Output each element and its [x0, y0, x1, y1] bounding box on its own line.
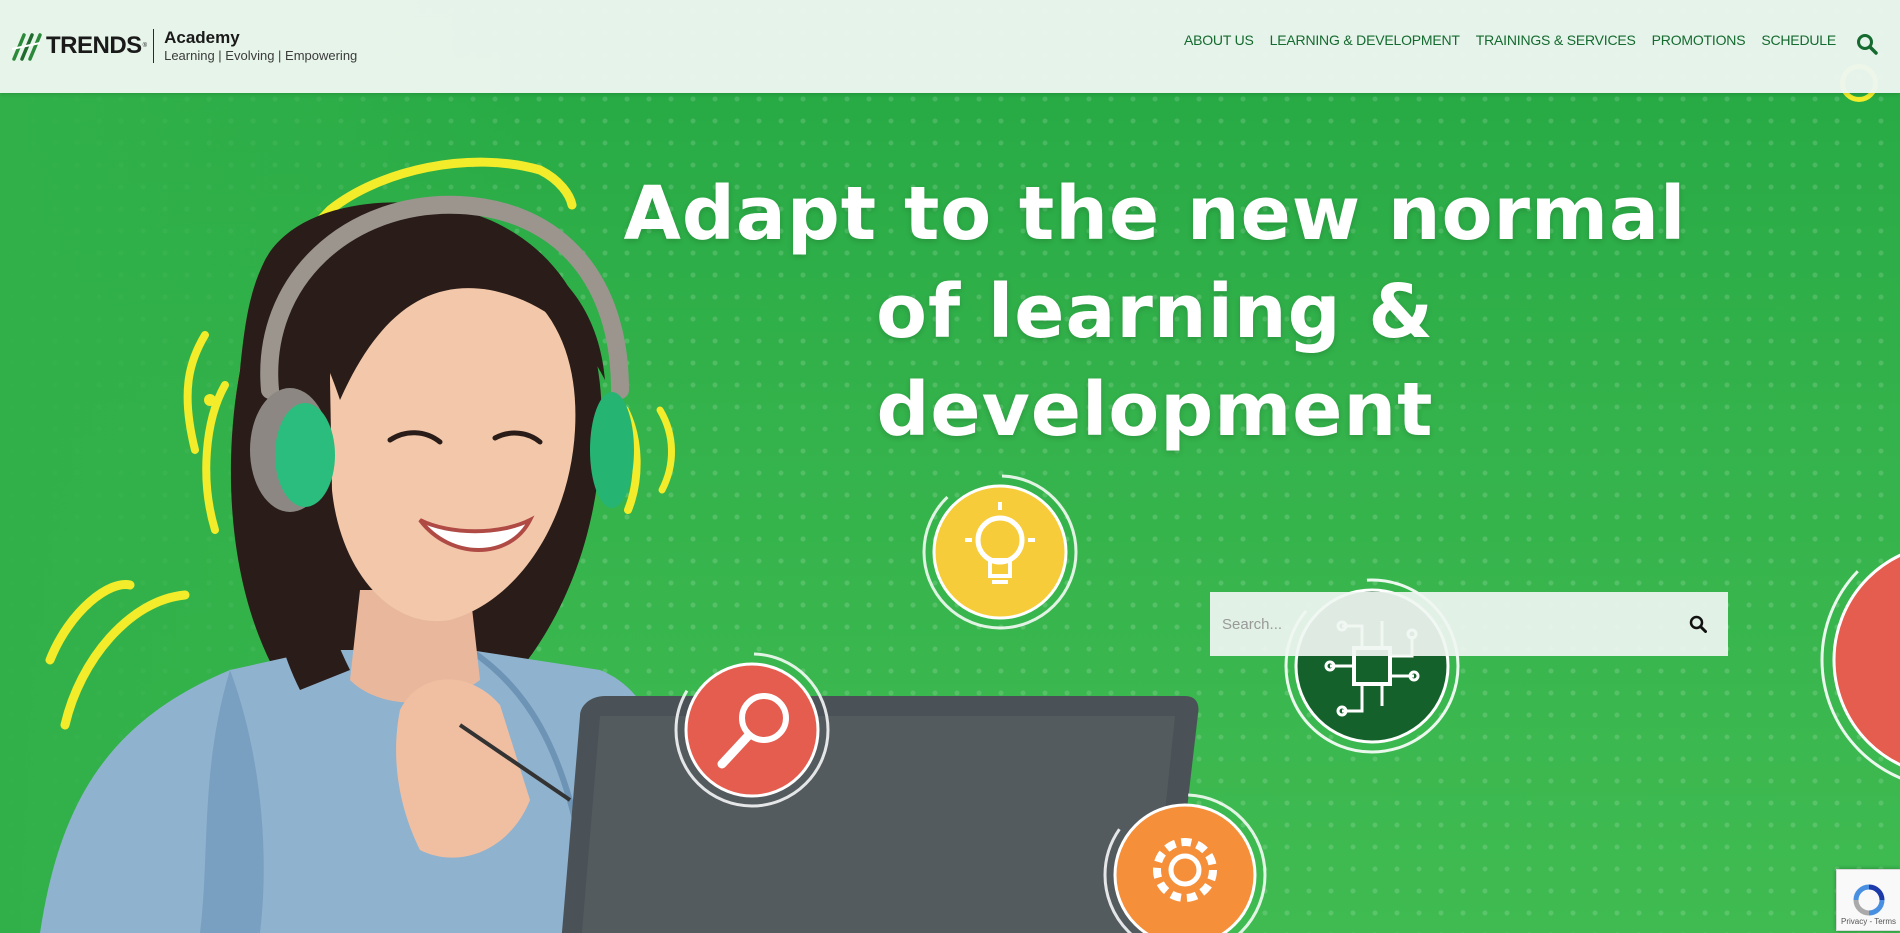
- headline-line-2: of learning & development: [876, 269, 1434, 453]
- logo-tagline: Learning | Evolving | Empowering: [164, 48, 358, 64]
- partial-circle-icon: [1820, 540, 1900, 780]
- logo-registered-mark: ®: [142, 43, 148, 49]
- nav-about-us[interactable]: ABOUT US: [1184, 32, 1254, 48]
- search-input[interactable]: [1210, 592, 1668, 656]
- nav-learning-development[interactable]: LEARNING & DEVELOPMENT: [1270, 32, 1460, 48]
- page: TRENDS ® Academy Learning | Evolving | E…: [0, 0, 1900, 933]
- magnifier-icon: [674, 652, 830, 808]
- nav-schedule[interactable]: SCHEDULE: [1761, 32, 1836, 48]
- logo-text: Academy Learning | Evolving | Empowering: [164, 27, 358, 64]
- main-nav: ABOUT US LEARNING & DEVELOPMENT TRAINING…: [1184, 32, 1836, 48]
- search-icon[interactable]: [1856, 33, 1878, 55]
- recaptcha-icon: [1853, 884, 1884, 916]
- hero-headline: Adapt to the new normal of learning & de…: [600, 165, 1710, 459]
- nav-promotions[interactable]: PROMOTIONS: [1652, 32, 1746, 48]
- search-icon: [1689, 615, 1707, 633]
- logo-academy: Academy: [164, 27, 240, 47]
- hero-search-box: [1210, 592, 1728, 656]
- lightbulb-icon: [922, 474, 1078, 630]
- trends-logo-icon: [12, 33, 42, 61]
- recaptcha-links[interactable]: Privacy - Terms: [1841, 917, 1896, 926]
- headline-line-1: Adapt to the new normal: [623, 171, 1687, 257]
- logo-brand: TRENDS: [46, 32, 142, 59]
- site-logo[interactable]: TRENDS ® Academy Learning | Evolving | E…: [12, 26, 357, 66]
- logo-divider: [153, 29, 155, 63]
- site-header: TRENDS ® Academy Learning | Evolving | E…: [0, 0, 1900, 93]
- nav-trainings-services[interactable]: TRAININGS & SERVICES: [1476, 32, 1636, 48]
- search-submit-button[interactable]: [1668, 592, 1728, 656]
- gear-icon: [1103, 793, 1267, 933]
- recaptcha-badge[interactable]: Privacy - Terms: [1836, 869, 1900, 931]
